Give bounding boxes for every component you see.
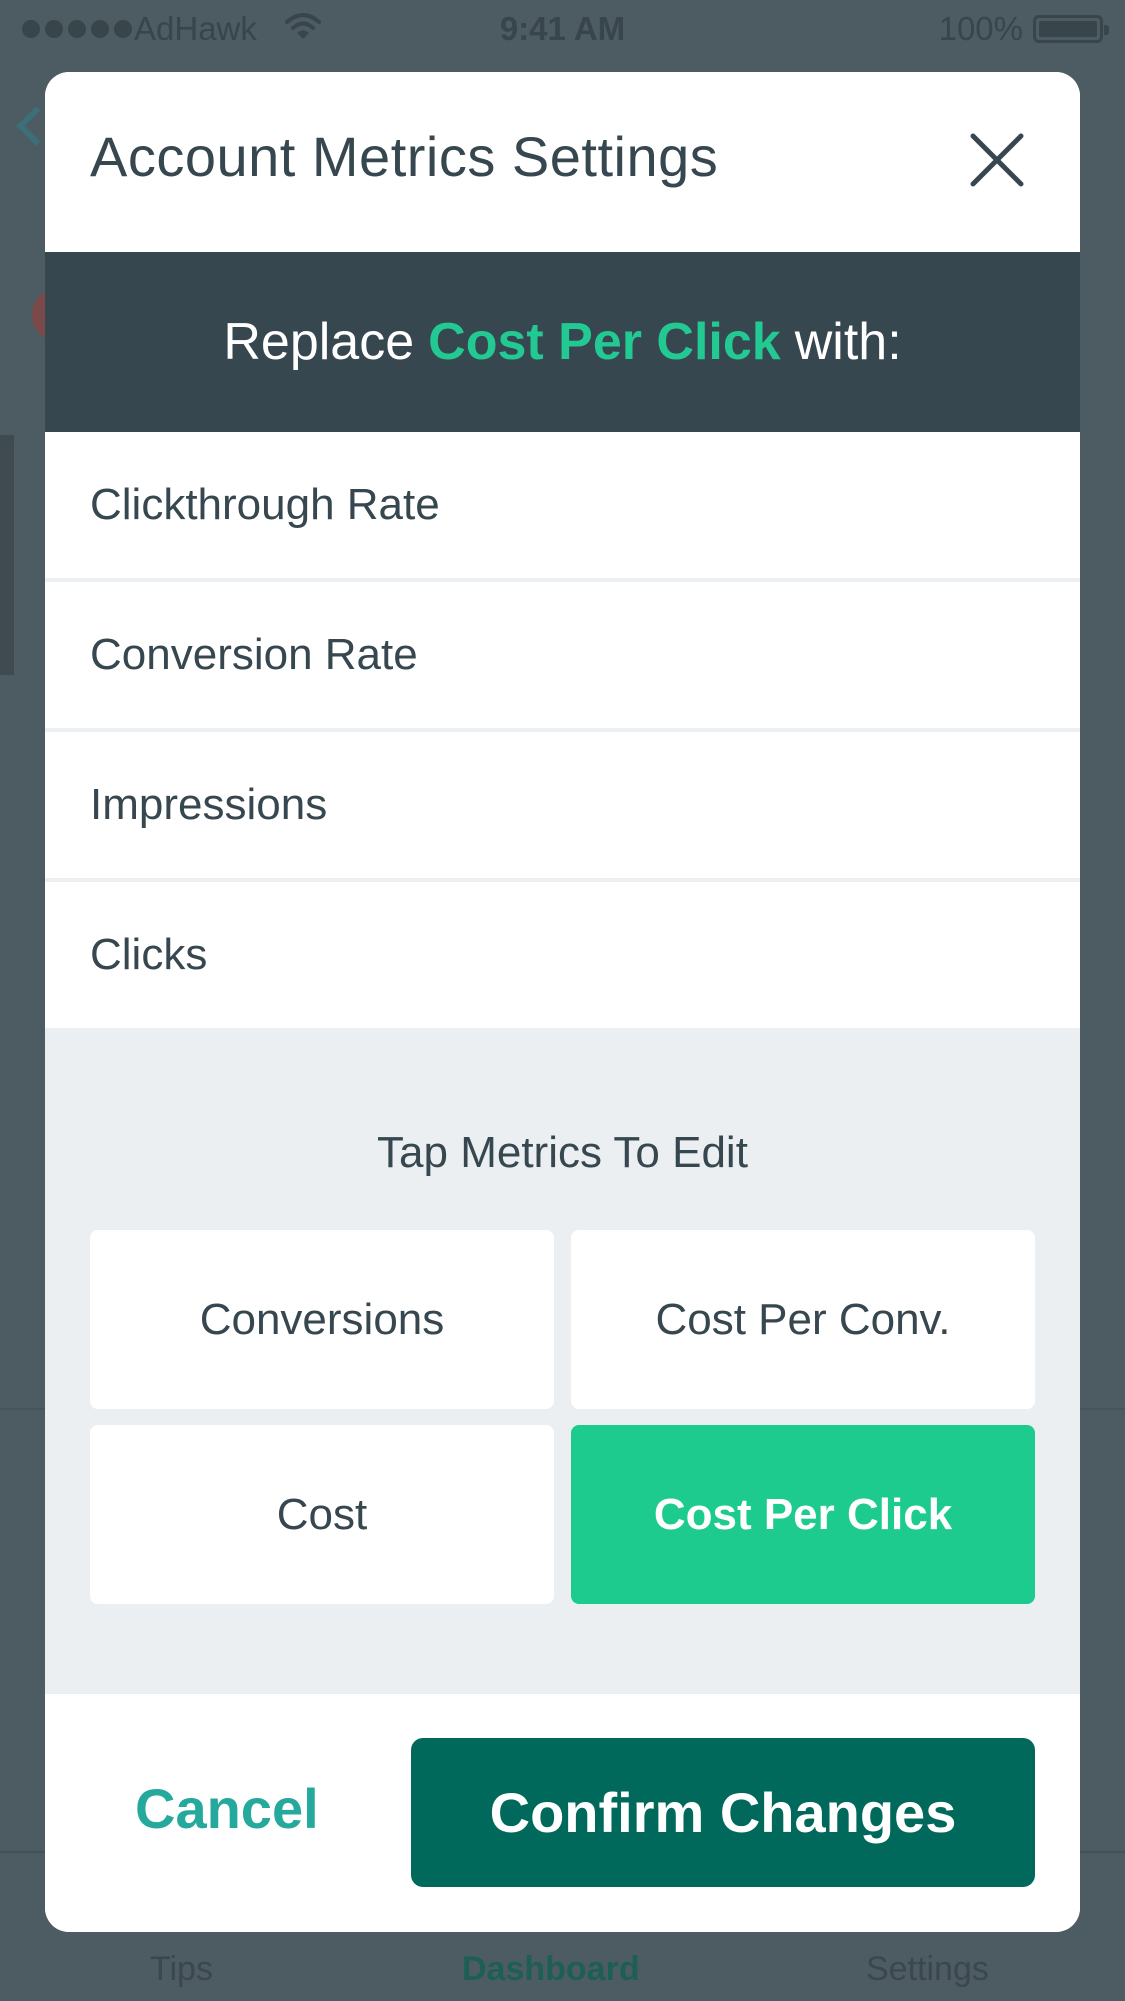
status-bar: AdHawk 9:41 AM 100% — [0, 0, 1125, 58]
replace-banner: Replace Cost Per Click with: — [45, 252, 1080, 432]
banner-prefix: Replace — [223, 313, 415, 371]
tab-dashboard: Dashboard — [462, 1950, 640, 1988]
banner-suffix: with: — [794, 313, 902, 371]
confirm-changes-button[interactable]: Confirm Changes — [411, 1738, 1035, 1887]
battery-icon — [1033, 15, 1109, 43]
account-metrics-modal: Account Metrics Settings Replace Cost Pe… — [45, 72, 1080, 1932]
metric-tile-conversions[interactable]: Conversions — [90, 1230, 554, 1409]
option-impressions[interactable]: Impressions — [45, 732, 1080, 878]
option-clicks[interactable]: Clicks — [45, 882, 1080, 1028]
background-sidebar — [0, 435, 14, 675]
battery-percentage: 100% — [938, 10, 1023, 47]
tab-tips: Tips — [150, 1950, 213, 1988]
close-button[interactable] — [969, 132, 1025, 188]
modal-footer: Cancel Confirm Changes — [45, 1694, 1080, 1932]
modal-header: Account Metrics Settings — [45, 72, 1080, 252]
metrics-panel: Tap Metrics To Edit Conversions Cost Per… — [45, 1028, 1080, 1694]
metric-tile-cost-per-click[interactable]: Cost Per Click — [571, 1425, 1035, 1604]
option-clickthrough-rate[interactable]: Clickthrough Rate — [45, 432, 1080, 578]
replacement-options-list: Clickthrough Rate Conversion Rate Impres… — [45, 432, 1080, 1028]
metric-tile-cost[interactable]: Cost — [90, 1425, 554, 1604]
metric-tile-cost-per-conv[interactable]: Cost Per Conv. — [571, 1230, 1035, 1409]
tab-settings: Settings — [866, 1950, 989, 1988]
close-icon — [970, 133, 1024, 187]
cancel-button[interactable]: Cancel — [135, 1776, 319, 1841]
metrics-grid: Conversions Cost Per Conv. Cost Cost Per… — [90, 1230, 1035, 1604]
metrics-heading: Tap Metrics To Edit — [377, 1128, 748, 1177]
banner-metric: Cost Per Click — [428, 313, 781, 371]
modal-title: Account Metrics Settings — [90, 125, 719, 188]
option-conversion-rate[interactable]: Conversion Rate — [45, 582, 1080, 728]
